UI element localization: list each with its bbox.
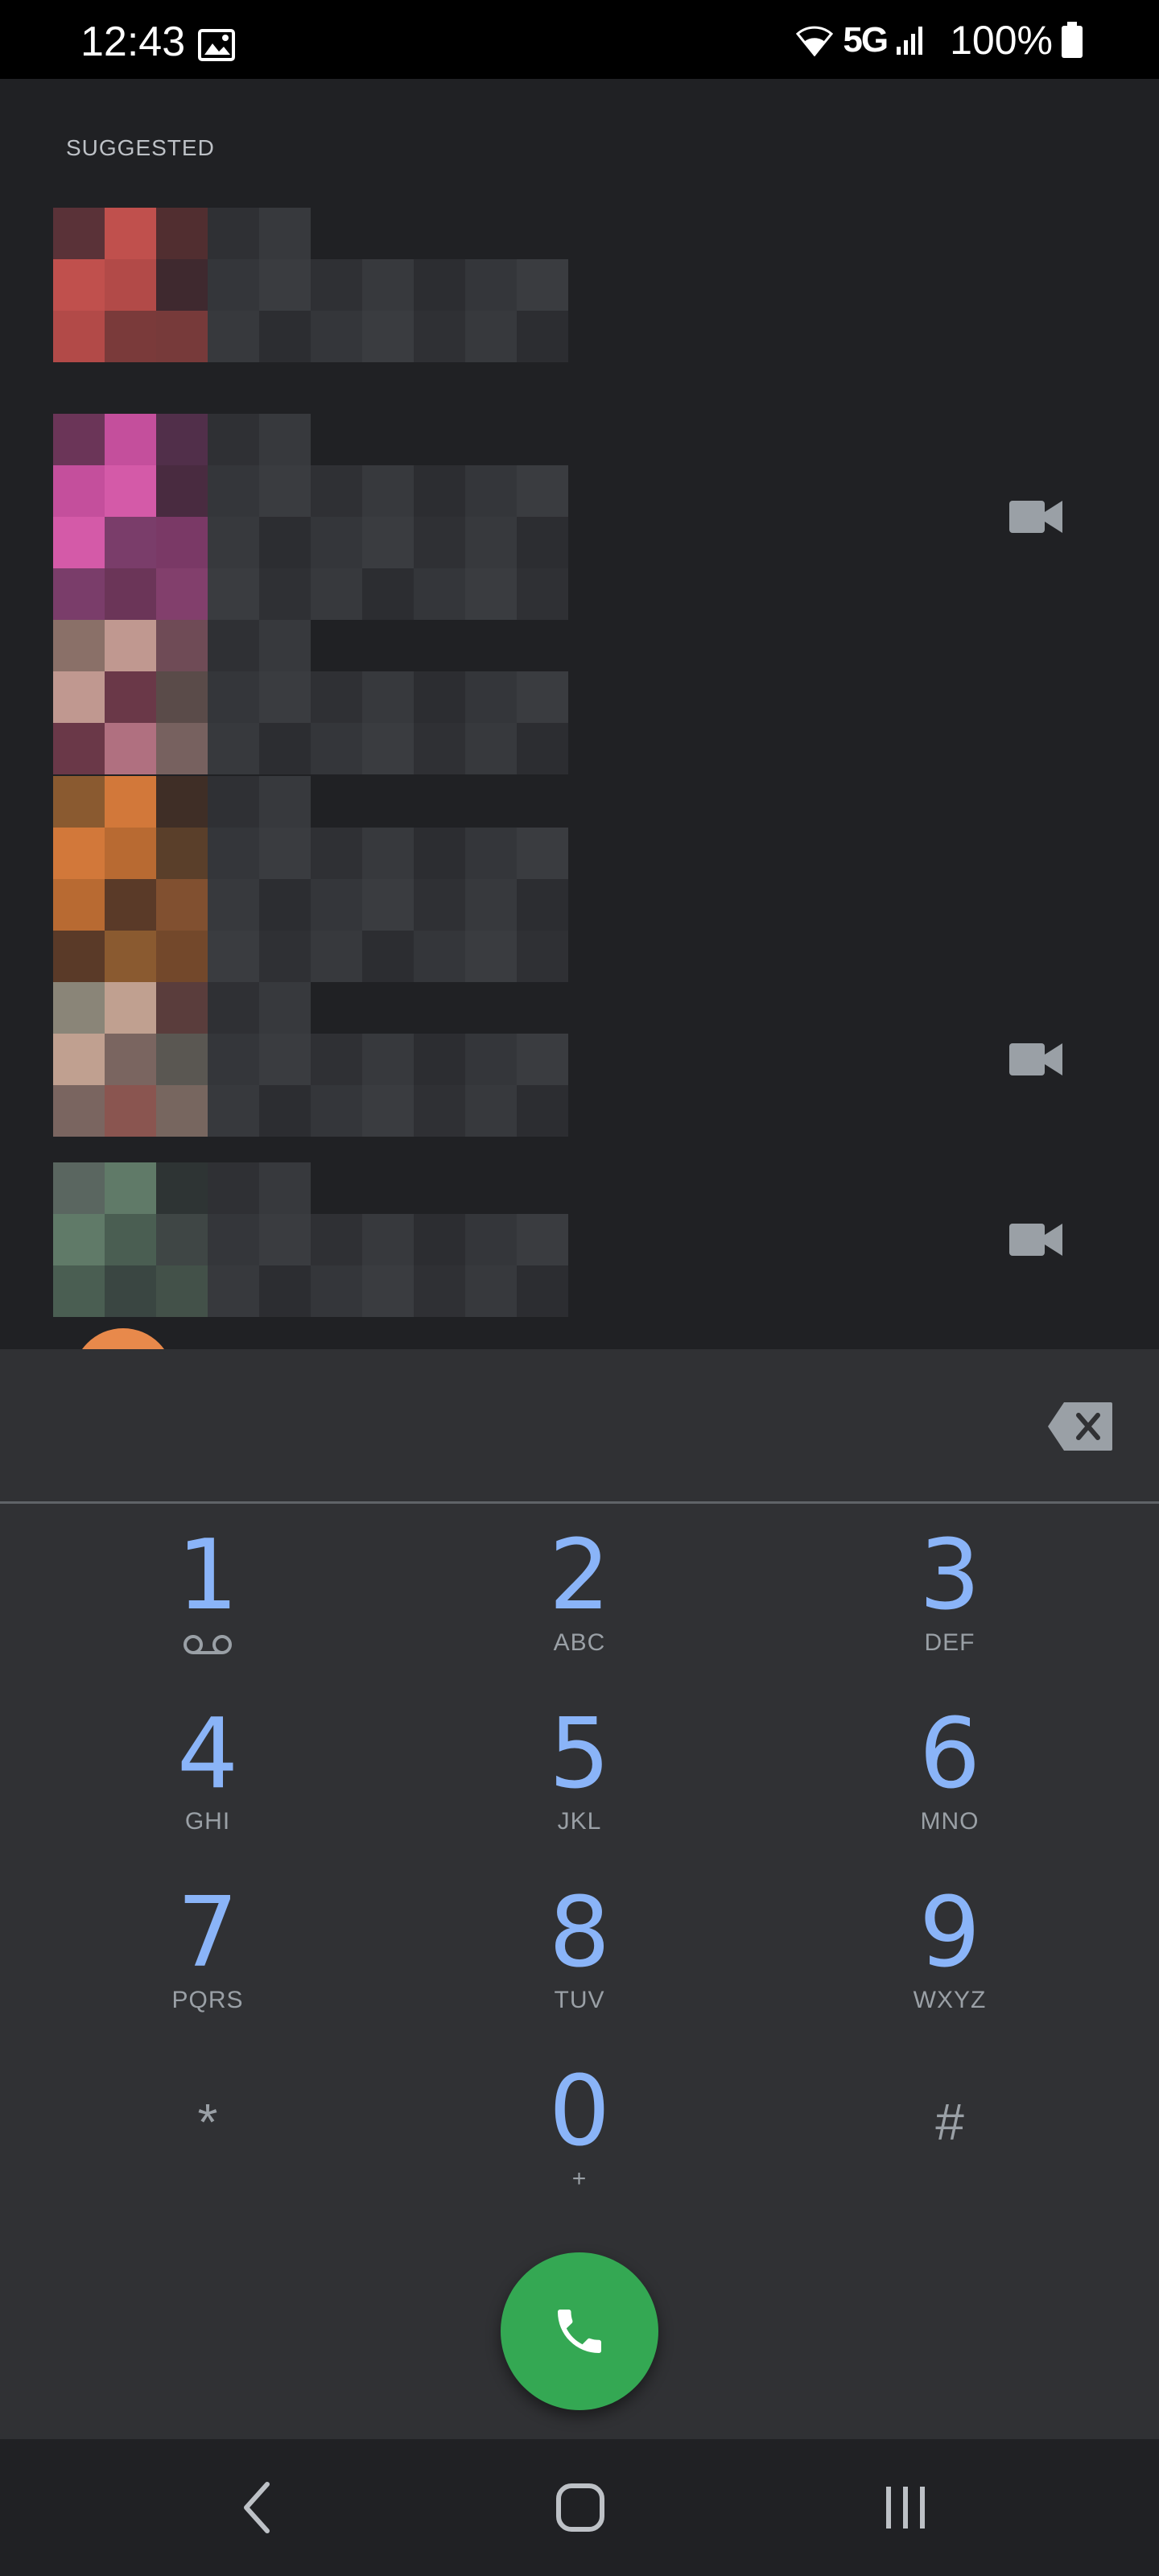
phone-icon xyxy=(558,2310,601,2353)
video-call-button[interactable] xyxy=(1009,1040,1062,1079)
key-letters: WXYZ xyxy=(913,1987,987,2013)
contact-row[interactable] xyxy=(0,776,1159,982)
status-bar: 12:43 5G 100% xyxy=(0,0,1159,79)
suggested-list[interactable]: SUGGESTED xyxy=(0,79,1159,1349)
dialpad-key-2[interactable]: 2 ABC xyxy=(459,1528,700,1689)
nav-back-button[interactable] xyxy=(221,2471,293,2544)
dialpad-key-8[interactable]: 8 TUV xyxy=(459,1885,700,2046)
status-time: 12:43 xyxy=(80,19,186,65)
dialpad-key-3[interactable]: 3 DEF xyxy=(829,1528,1070,1689)
contact-row[interactable] xyxy=(0,414,1159,620)
home-icon xyxy=(556,2483,604,2532)
gallery-notification-icon xyxy=(198,29,235,61)
contact-avatar-partial[interactable] xyxy=(72,1328,174,1349)
key-digit: 8 xyxy=(548,1877,611,1989)
key-letters: DEF xyxy=(924,1629,975,1656)
videocam-icon xyxy=(1009,501,1062,533)
dialpad-key-pound[interactable]: # xyxy=(829,2064,1070,2225)
key-digit: 1 xyxy=(176,1520,239,1632)
video-call-button[interactable] xyxy=(1009,497,1062,536)
recents-icon xyxy=(886,2487,925,2529)
key-letters: MNO xyxy=(920,1808,980,1835)
contact-row[interactable] xyxy=(0,982,1159,1137)
dialpad-key-star[interactable]: * xyxy=(87,2064,328,2225)
video-call-button[interactable] xyxy=(1009,1220,1062,1259)
digits-field[interactable] xyxy=(0,1349,1159,1504)
backspace-icon[interactable] xyxy=(1046,1401,1114,1452)
signal-icon xyxy=(897,27,923,55)
status-icons: 5G 100% xyxy=(794,18,1083,63)
dialpad-key-7[interactable]: 7 PQRS xyxy=(87,1885,328,2046)
dialpad-key-9[interactable]: 9 WXYZ xyxy=(829,1885,1070,2046)
key-digit: 6 xyxy=(918,1699,981,1810)
key-digit: 9 xyxy=(918,1877,981,1989)
wifi-icon xyxy=(796,26,834,56)
videocam-icon xyxy=(1009,1043,1062,1075)
key-letters: GHI xyxy=(184,1808,231,1835)
key-digit: * xyxy=(197,2093,218,2151)
videocam-icon xyxy=(1009,1224,1062,1256)
key-digit: # xyxy=(935,2093,964,2151)
key-digit: 2 xyxy=(548,1520,611,1632)
navigation-bar xyxy=(0,2439,1159,2576)
battery-percent: 100% xyxy=(950,18,1053,63)
section-label-suggested: SUGGESTED xyxy=(66,135,215,160)
dialpad-key-0[interactable]: 0 + xyxy=(459,2064,700,2225)
contact-row[interactable] xyxy=(0,208,1159,362)
key-digit: 5 xyxy=(548,1699,611,1810)
key-letters: + xyxy=(571,2165,588,2192)
key-letters: PQRS xyxy=(171,1987,244,2013)
dialpad-sheet: 1 2 ABC 3 DEF 4 GHI 5 JKL 6 MNO 7 PQRS 8 TUV 9 WXYZ * 0 + # xyxy=(0,1349,1159,2439)
contact-row[interactable] xyxy=(0,620,1159,774)
key-digit: 7 xyxy=(176,1877,239,1989)
nav-home-button[interactable] xyxy=(544,2471,617,2544)
key-letters: ABC xyxy=(553,1629,606,1656)
dialpad-key-1[interactable]: 1 xyxy=(87,1528,328,1689)
call-button[interactable] xyxy=(501,2252,658,2410)
key-digit: 4 xyxy=(176,1699,239,1810)
battery-icon xyxy=(1062,22,1083,58)
dialpad-key-5[interactable]: 5 JKL xyxy=(459,1707,700,1868)
key-letters: JKL xyxy=(557,1808,602,1835)
nav-recents-button[interactable] xyxy=(869,2471,942,2544)
back-icon xyxy=(244,2482,270,2533)
network-type: 5G xyxy=(843,20,889,60)
key-letters: TUV xyxy=(554,1987,605,2013)
key-digit: 3 xyxy=(918,1520,981,1632)
dialpad-key-6[interactable]: 6 MNO xyxy=(829,1707,1070,1868)
dialpad-key-4[interactable]: 4 GHI xyxy=(87,1707,328,1868)
contact-row[interactable] xyxy=(0,1162,1159,1317)
key-digit: 0 xyxy=(548,2056,611,2168)
voicemail-icon xyxy=(184,1635,232,1654)
